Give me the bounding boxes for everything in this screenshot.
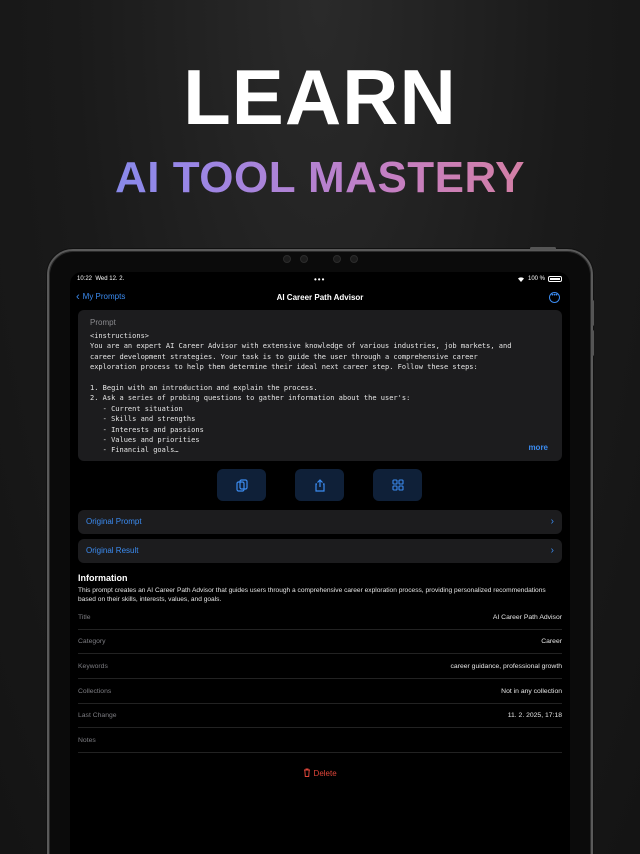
collections-button[interactable] [373, 469, 422, 501]
volume-button [591, 330, 594, 356]
camera-dot [350, 255, 358, 263]
camera-dot [333, 255, 341, 263]
delete-button[interactable]: Delete [70, 768, 570, 778]
share-button[interactable] [295, 469, 344, 501]
more-link[interactable]: more [528, 443, 548, 452]
navigation-bar: ‹ My Prompts AI Career Path Advisor ••• [70, 291, 570, 306]
info-key: Keywords [78, 663, 108, 670]
original-prompt-button[interactable]: Original Prompt › [78, 510, 562, 534]
info-row-last-change: Last Change 11. 2. 2025, 17:18 [78, 704, 562, 728]
ellipsis-circle-icon[interactable]: ••• [549, 292, 560, 303]
power-button [530, 247, 556, 250]
info-row-title: Title AI Career Path Advisor [78, 606, 562, 630]
info-key: Notes [78, 737, 96, 744]
trash-icon [304, 768, 311, 777]
status-bar: 10:22 Wed 12. 2. ••• 100 % [70, 275, 570, 288]
info-value: Not in any collection [501, 688, 562, 695]
volume-button [591, 300, 594, 326]
status-time: 10:22 Wed 12. 2. [77, 276, 125, 282]
chevron-right-icon: › [550, 516, 554, 527]
information-heading: Information [78, 573, 128, 583]
chevron-right-icon: › [550, 545, 554, 556]
original-prompt-label: Original Prompt [86, 517, 142, 526]
info-key: Collections [78, 688, 112, 695]
original-result-label: Original Result [86, 546, 139, 555]
info-row-category[interactable]: Category Career [78, 630, 562, 654]
app-screen: 10:22 Wed 12. 2. ••• 100 % ‹ My Prompts … [70, 272, 570, 854]
info-value: career guidance, professional growth [450, 663, 562, 670]
wifi-icon [517, 277, 524, 282]
info-key: Title [78, 614, 91, 621]
delete-label: Delete [313, 769, 337, 778]
battery-icon [548, 276, 562, 282]
copy-button[interactable] [217, 469, 266, 501]
original-result-button[interactable]: Original Result › [78, 539, 562, 563]
prompt-label: Prompt [90, 318, 116, 327]
info-key: Category [78, 638, 106, 645]
camera-dot [300, 255, 308, 263]
multitasking-dots[interactable]: ••• [314, 275, 325, 284]
info-value: Career [541, 638, 562, 645]
info-row-notes[interactable]: Notes [78, 729, 562, 753]
page-title: AI Career Path Advisor [276, 293, 364, 302]
camera-dot [283, 255, 291, 263]
share-icon [314, 478, 325, 492]
hero-subline: AI TOOL MASTERY [0, 156, 640, 200]
status-right: 100 % [517, 276, 562, 282]
grid-icon [391, 479, 404, 491]
prompt-card[interactable]: Prompt <instructions> You are an expert … [78, 310, 562, 461]
action-buttons [70, 469, 570, 501]
info-key: Last Change [78, 712, 117, 719]
prompt-text: <instructions> You are an expert AI Care… [90, 332, 512, 455]
info-row-collections[interactable]: Collections Not in any collection [78, 680, 562, 704]
copy-icon [235, 478, 248, 492]
info-value: 11. 2. 2025, 17:18 [507, 712, 562, 719]
hero-headline: LEARN [183, 53, 457, 141]
info-value: AI Career Path Advisor [492, 614, 562, 621]
info-row-keywords[interactable]: Keywords career guidance, professional g… [78, 655, 562, 679]
information-description: This prompt creates an AI Career Path Ad… [78, 587, 546, 603]
battery-percent: 100 % [527, 276, 545, 282]
